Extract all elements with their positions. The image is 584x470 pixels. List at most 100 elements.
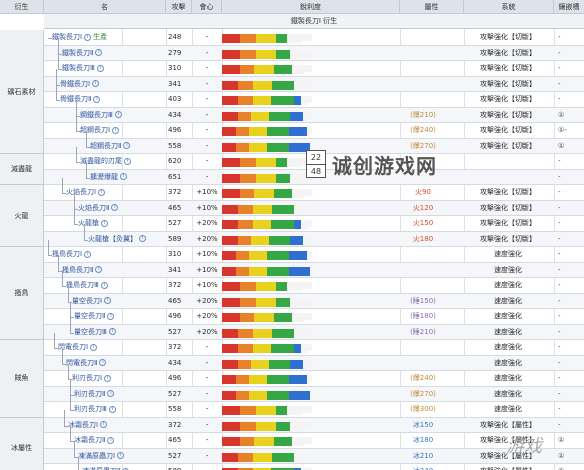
weapon-name[interactable]: 凍滿原蟲刀Ⅰ i [78,449,125,464]
table-row[interactable]: 冰霜長刀Ⅱ i 465- 冰180 攻擊強化【屬性】 ① [44,433,584,449]
table-row[interactable]: 搔鳥長刀Ⅱ i 341 +10% 速度強化 - [44,262,584,278]
weapon-name-text[interactable]: 利刃長刀Ⅰ [72,374,102,382]
table-row[interactable]: 搔鳥長刀Ⅰ i 310 +10% 速度強化 - [44,247,584,263]
info-icon[interactable]: i [95,266,103,273]
info-icon[interactable]: i [84,250,92,258]
weapon-name[interactable]: 火龍槍 i [78,216,108,231]
weapon-name-text[interactable]: 搔鳥長刀Ⅱ [62,266,93,274]
table-row[interactable]: 量空長刀Ⅱ i 496 +20% (睡180) 速度強化 - [44,309,584,325]
info-icon[interactable]: i [107,390,115,397]
table-row[interactable]: 鋼鐵長刀Ⅲ i 434 - (爆210) 攻擊強化【切斷】 ① [44,107,584,123]
weapon-name[interactable]: 閃電長刀Ⅰ i [58,340,98,355]
table-row[interactable]: 閃電長刀Ⅱ i 434 - 速度強化 - [44,355,584,371]
weapon-name[interactable]: 利刃長刀Ⅱ i [74,387,115,402]
weapon-name[interactable]: 骨鐵長刀Ⅰ i [60,77,100,92]
weapon-name-text[interactable]: 鐵製長刀Ⅲ [62,64,95,72]
weapon-name-text[interactable]: 量空長刀Ⅱ [74,312,105,320]
info-icon[interactable]: i [101,219,108,227]
table-row[interactable]: 火龍槍 i 527 +20% 火150 攻擊強化【切斷】 - [44,216,584,232]
weapon-name[interactable]: 量空長刀Ⅱ i [74,309,115,324]
info-icon[interactable]: i [100,421,108,428]
weapon-name[interactable]: 火焰長刀Ⅱ i [78,201,119,216]
weapon-name[interactable]: 量空長刀Ⅲ i [74,325,116,340]
weapon-name-text[interactable]: 火焰長刀Ⅱ [78,204,109,212]
weapon-name[interactable]: 搔鳥長刀Ⅱ i [62,263,103,278]
table-row[interactable]: 鐵製長刀Ⅱ i 279 - 攻擊強化【切斷】 - [44,45,584,61]
info-icon[interactable]: i [84,33,92,41]
weapon-name[interactable]: 鐵製長刀Ⅲ i [62,61,104,76]
weapon-name[interactable]: 滅盡龍的刃尾 i [80,154,131,169]
weapon-name-text[interactable]: 火焰長刀Ⅰ [66,188,96,196]
info-icon[interactable]: i [120,173,127,180]
weapon-name-text[interactable]: 擴瀝爆龍 [90,173,118,181]
weapon-name-text[interactable]: 利刃長刀Ⅱ [74,390,105,398]
info-icon[interactable]: i [108,328,116,335]
weapon-name[interactable]: 火焰長刀Ⅰ i [66,185,106,200]
weapon-name-text[interactable]: 利刃長刀Ⅲ [74,405,107,413]
weapon-name-text[interactable]: 搔鳥長刀Ⅰ [52,250,82,258]
weapon-name-text[interactable]: 火龍槍【灸翼】 [88,235,137,243]
weapon-name-text[interactable]: 鐵製長刀Ⅰ [52,33,82,41]
weapon-name-text[interactable]: 量空長刀Ⅰ [72,297,102,305]
weapon-name-text[interactable]: 量空長刀Ⅲ [74,328,107,336]
weapon-name-text[interactable]: 搔鳥長刀Ⅲ [66,281,99,289]
info-icon[interactable]: i [139,235,146,242]
table-row[interactable]: 利刃長刀Ⅱ i 527 - (爆270) 速度強化 - [44,386,584,402]
info-icon[interactable]: i [90,343,98,351]
weapon-name[interactable]: 利刃長刀Ⅰ i [72,371,112,386]
info-icon[interactable]: i [104,374,112,382]
info-icon[interactable]: i [124,157,131,165]
table-row[interactable]: 量空長刀Ⅰ i 465 +20% (睡150) 速度強化 - [44,293,584,309]
weapon-name[interactable]: 骨鐵長刀Ⅱ i [60,92,101,107]
weapon-name[interactable]: 搔鳥長刀Ⅲ i [66,278,108,293]
info-icon[interactable]: i [92,80,100,87]
table-row[interactable]: 利刃長刀Ⅲ i 558 - (爆300) 速度強化 - [44,402,584,418]
weapon-name-text[interactable]: 火龍槍 [78,219,99,227]
table-row[interactable]: 凍滿原蟲刀Ⅰ i 527- 冰210 攻擊強化【屬性】 ① [44,448,584,464]
table-row[interactable]: 搔鳥長刀Ⅲ i 372 +10% 速度強化 - [44,278,584,294]
weapon-name[interactable]: 冰霜長刀Ⅱ i [74,433,115,448]
info-icon[interactable]: i [93,95,101,103]
weapon-name[interactable]: 擴瀝爆龍 i [90,170,127,185]
weapon-name[interactable]: 閃電長刀Ⅱ i [66,356,107,371]
info-icon[interactable]: i [99,359,107,366]
info-icon[interactable]: i [108,405,116,413]
info-icon[interactable]: i [98,188,106,196]
weapon-name[interactable]: 凍滿原蟲刀Ⅱi [82,464,130,470]
info-icon[interactable]: i [117,452,125,459]
weapon-name[interactable]: 利刃長刀Ⅲ i [74,402,116,417]
weapon-name-text[interactable]: 冰霜長刀Ⅱ [74,436,105,444]
info-icon[interactable]: i [100,281,108,289]
info-icon[interactable]: i [95,49,103,56]
weapon-name-text[interactable]: 冰霜長刀Ⅰ [68,421,98,429]
info-icon[interactable]: i [107,436,115,444]
weapon-name[interactable]: 超鋼長刀Ⅱ i [90,139,131,154]
table-row[interactable]: 鐵製長刀Ⅲ i 310 - 攻擊強化【切斷】 - [44,61,584,77]
weapon-name-text[interactable]: 鋼鐵長刀Ⅲ [80,111,113,119]
table-row[interactable]: 超鋼長刀Ⅰ i 496 - (爆240) 攻擊強化【切斷】 ①- [44,123,584,139]
weapon-name-text[interactable]: 骨鐵長刀Ⅰ [60,80,90,88]
table-row[interactable]: 鐵製長刀Ⅰ i 生產 248 - 攻擊強化【切斷】 - [44,30,584,46]
weapon-name[interactable]: 鋼鐵長刀Ⅲ i [80,108,122,123]
weapon-name-text[interactable]: 超鋼長刀Ⅰ [80,126,110,134]
info-icon[interactable]: i [104,297,112,304]
weapon-name[interactable]: 火龍槍【灸翼】 i [88,232,146,247]
info-icon[interactable]: i [107,312,115,320]
info-icon[interactable]: i [123,142,131,149]
info-icon[interactable]: i [114,111,122,118]
table-row[interactable]: 骨鐵長刀Ⅰ i 341 - 攻擊強化【切斷】 - [44,76,584,92]
weapon-name[interactable]: 鐵製長刀Ⅱ i [62,46,103,61]
info-icon[interactable]: i [111,204,119,211]
table-row[interactable]: 利刃長刀Ⅰ i 496 - (爆240) 速度強化 - [44,371,584,387]
table-row[interactable]: 火焰長刀Ⅱ i 465 +10% 火120 攻擊強化【切斷】 - [44,200,584,216]
table-row[interactable]: 火焰長刀Ⅰ i 372 +10% 火90 攻擊強化【切斷】 - [44,185,584,201]
weapon-name-text[interactable]: 凍滿原蟲刀Ⅰ [78,452,115,460]
weapon-name-text[interactable]: 鐵製長刀Ⅱ [62,49,93,57]
table-row[interactable]: 火龍槍【灸翼】 i 589 +20% 火180 攻擊強化【切斷】 - [44,231,584,247]
weapon-name[interactable]: 冰霜長刀Ⅰ i [68,418,108,433]
table-row[interactable]: 凍滿原蟲刀Ⅱi 589- 冰240 攻擊強化【屬性】① [44,464,584,470]
table-row[interactable]: 閃電長刀Ⅰ i 372 - 速度強化 - [44,340,584,356]
weapon-name[interactable]: 鐵製長刀Ⅰ i 生產 [52,30,107,45]
table-row[interactable]: 量空長刀Ⅲ i 527 +20% (睡210) 速度強化 - [44,324,584,340]
info-icon[interactable]: i [112,126,120,134]
